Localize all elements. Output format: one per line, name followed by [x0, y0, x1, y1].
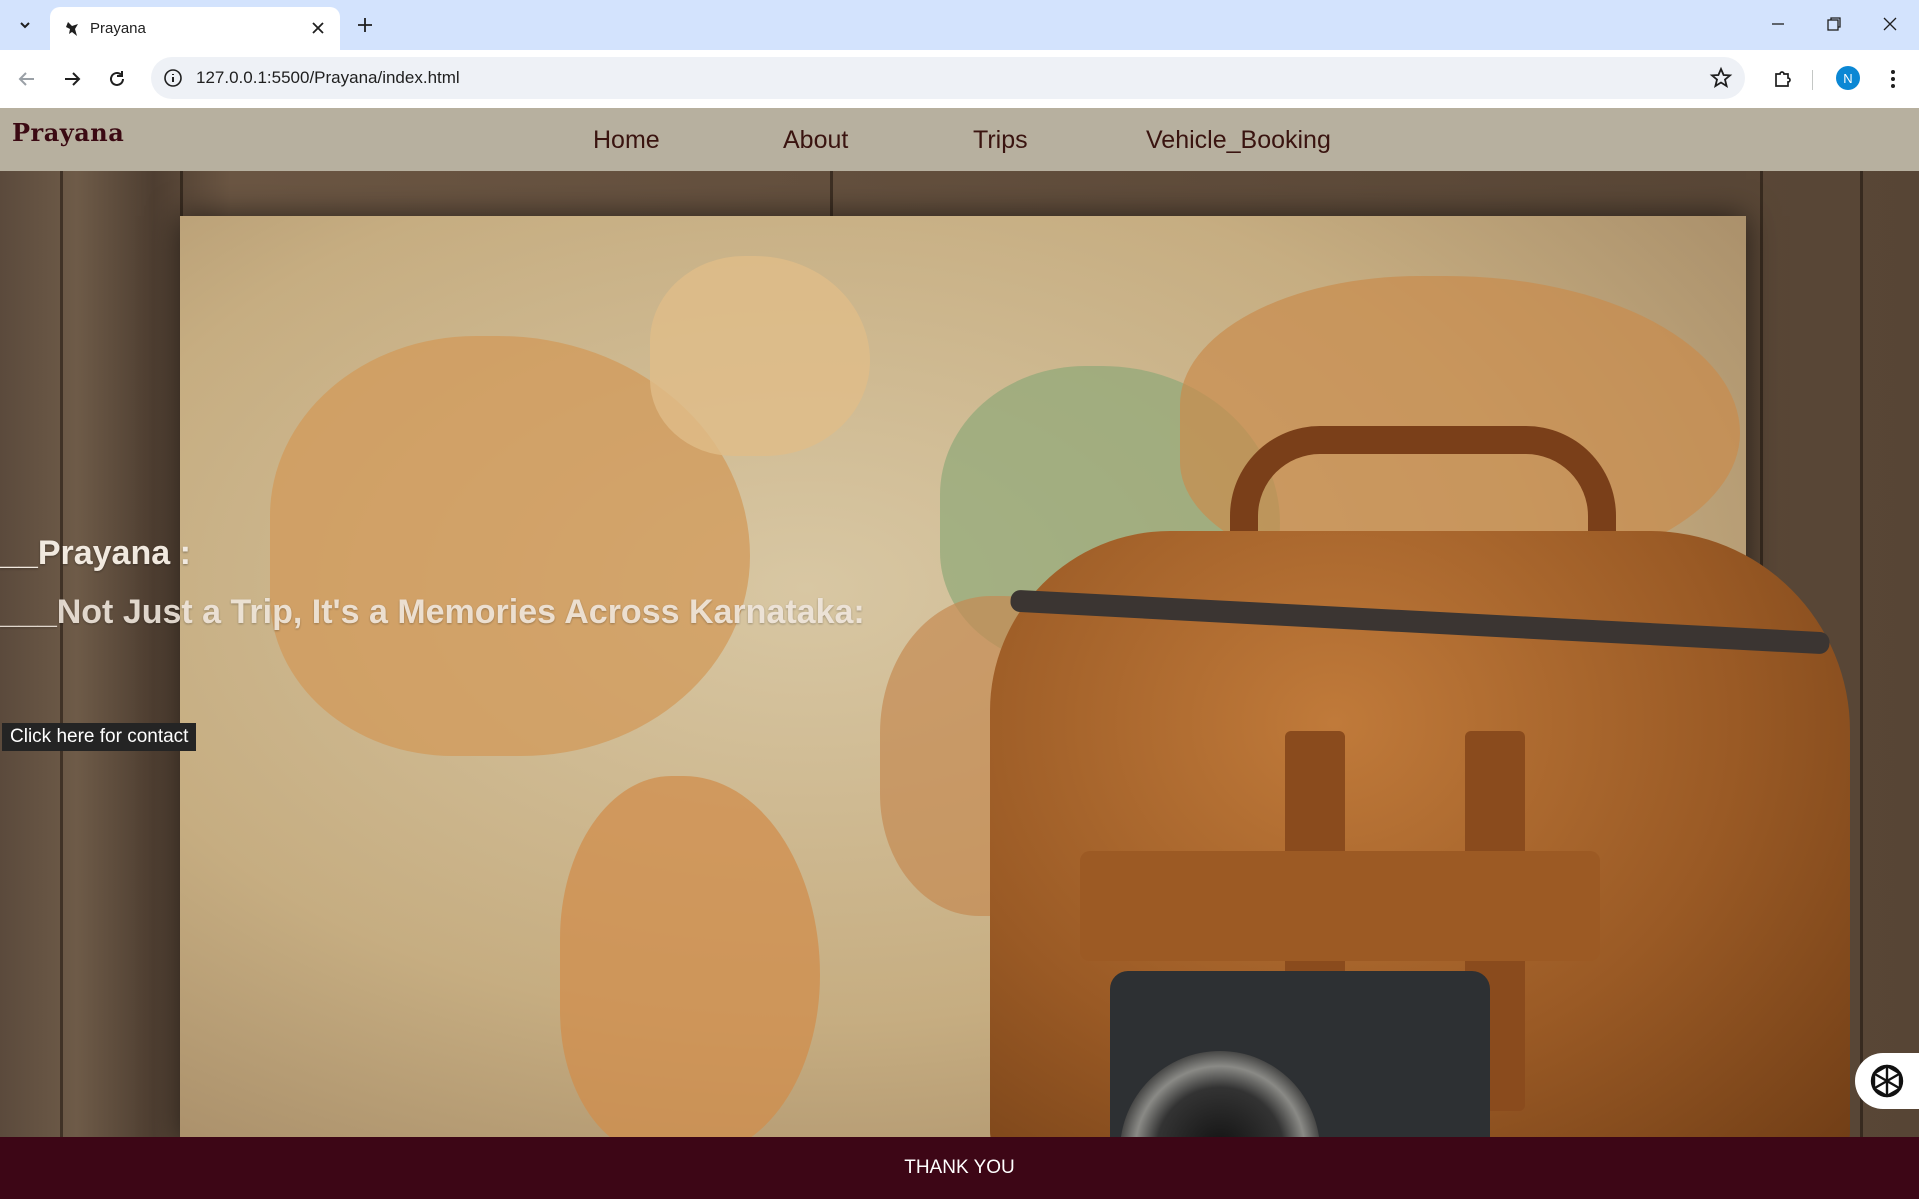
wood-plank-line — [60, 171, 63, 1137]
browser-menu-button[interactable] — [1880, 62, 1906, 96]
hero-section: __Prayana : ___Not Just a Trip, It's a M… — [0, 171, 1919, 1137]
plus-icon — [358, 18, 372, 32]
forward-icon — [65, 72, 81, 86]
back-icon — [18, 72, 34, 86]
chevron-down-icon — [20, 22, 30, 29]
ai-assistant-icon — [1870, 1064, 1904, 1098]
close-icon — [312, 22, 324, 34]
footer-text: THANK YOU — [904, 1157, 1015, 1178]
new-tab-button[interactable] — [350, 10, 380, 40]
nav-about[interactable]: About — [783, 126, 848, 155]
profile-avatar[interactable]: N — [1836, 66, 1860, 90]
url-text[interactable]: 127.0.0.1:5500/Prayana/index.html — [196, 68, 460, 88]
browser-tab[interactable]: Prayana — [50, 7, 340, 50]
back-button[interactable] — [10, 62, 44, 96]
restore-button[interactable] — [1806, 0, 1862, 48]
tab-search-button[interactable] — [10, 10, 40, 40]
tab-title: Prayana — [90, 20, 146, 37]
site-navbar: Prayana Home About Trips Vehicle_Booking — [0, 108, 1919, 171]
browser-toolbar: 127.0.0.1:5500/Prayana/index.html N — [0, 50, 1919, 109]
close-window-icon — [1883, 17, 1897, 31]
continent-greenland — [650, 256, 870, 456]
hero-title: __Prayana : — [0, 534, 191, 572]
ai-assistant-button[interactable] — [1855, 1053, 1919, 1109]
site-footer: THANK YOU — [0, 1137, 1919, 1199]
nav-trips[interactable]: Trips — [973, 126, 1028, 155]
contact-button[interactable]: Click here for contact — [2, 723, 197, 751]
forward-button[interactable] — [55, 62, 89, 96]
close-tab-button[interactable] — [306, 16, 330, 40]
web-page: Prayana Home About Trips Vehicle_Booking — [0, 108, 1919, 1199]
minimize-button[interactable] — [1750, 0, 1806, 48]
kebab-menu-icon — [1891, 70, 1895, 88]
reload-icon — [110, 71, 124, 86]
brand-logo[interactable]: Prayana — [12, 118, 124, 147]
nav-home[interactable]: Home — [593, 126, 660, 155]
continent-south-america — [560, 776, 820, 1137]
hero-subtitle: ___Not Just a Trip, It's a Memories Acro… — [0, 593, 865, 631]
close-window-button[interactable] — [1862, 0, 1918, 48]
restore-icon — [1827, 17, 1841, 31]
browser-tab-bar: Prayana — [0, 0, 1919, 50]
reload-button[interactable] — [100, 62, 134, 96]
extensions-icon — [1775, 71, 1791, 87]
extensions-button[interactable] — [1766, 62, 1800, 96]
minimize-icon — [1772, 23, 1784, 25]
nav-vehicle-booking[interactable]: Vehicle_Booking — [1146, 126, 1331, 155]
address-bar[interactable]: 127.0.0.1:5500/Prayana/index.html — [151, 57, 1745, 99]
star-icon[interactable] — [1709, 66, 1733, 90]
favicon-icon — [66, 22, 78, 36]
toolbar-separator — [1812, 70, 1813, 90]
wood-plank-line — [1860, 171, 1863, 1137]
site-info-icon[interactable] — [163, 68, 183, 88]
backpack-pocket — [1080, 851, 1600, 961]
